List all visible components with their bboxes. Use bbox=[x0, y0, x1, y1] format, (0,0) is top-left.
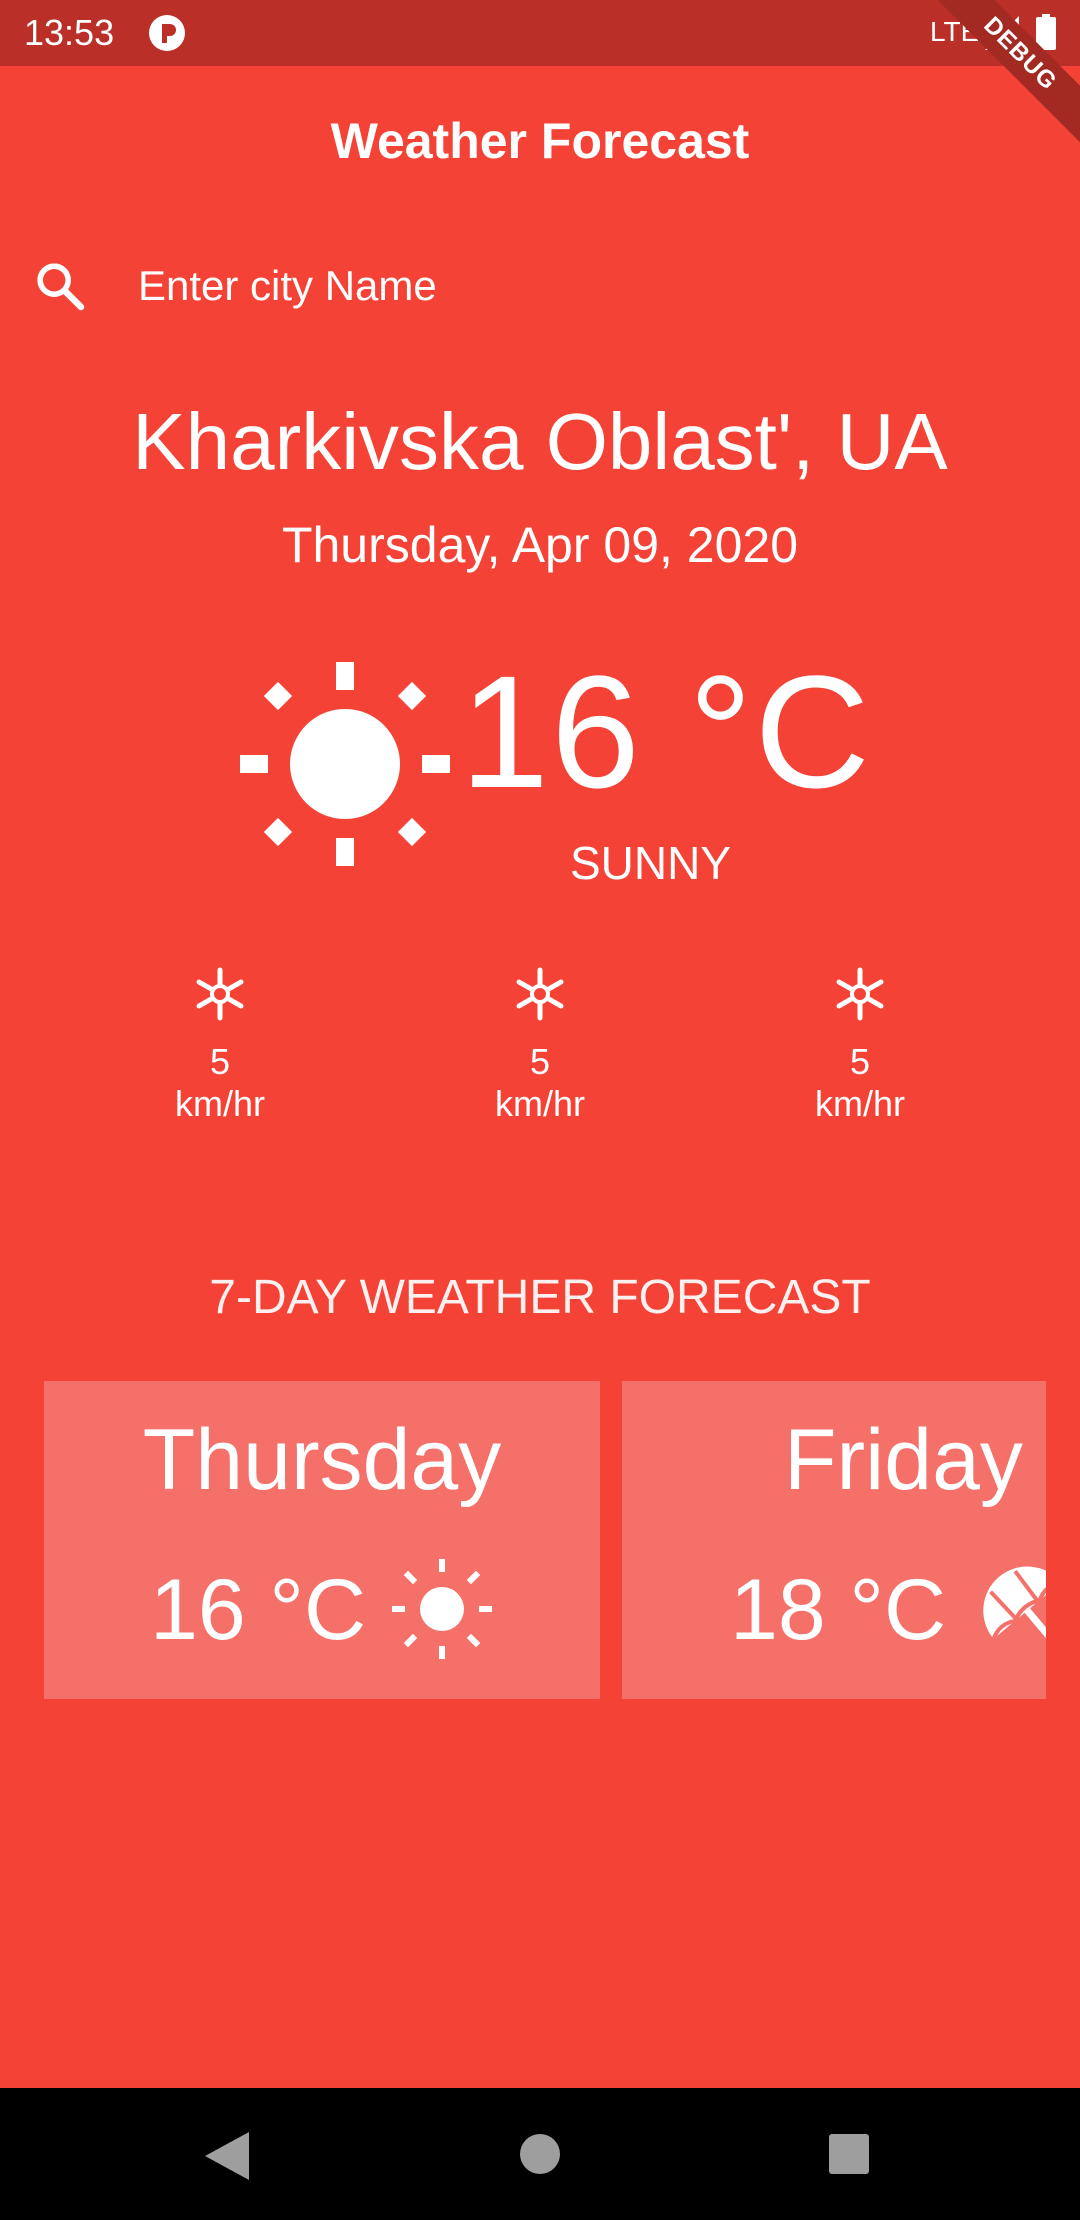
wind-stat: 5 km/hr bbox=[760, 966, 960, 1126]
app-notification-icon bbox=[149, 15, 185, 51]
wind-stat: 5 km/hr bbox=[440, 966, 640, 1126]
status-time: 13:53 bbox=[24, 12, 115, 53]
umbrella-icon bbox=[983, 1566, 1046, 1641]
home-icon[interactable] bbox=[520, 2134, 560, 2174]
system-nav-bar bbox=[0, 2088, 1080, 2220]
snowflake-icon bbox=[836, 967, 884, 1021]
page-title: Weather Forecast bbox=[330, 113, 750, 169]
current-temperature: 16 °C bbox=[460, 642, 872, 821]
wind-unit: km/hr bbox=[175, 1083, 265, 1124]
search-icon[interactable] bbox=[32, 258, 88, 314]
wind-unit: km/hr bbox=[815, 1083, 905, 1124]
wind-value: 5 bbox=[849, 1041, 871, 1082]
forecast-day: Thursday bbox=[142, 1412, 502, 1508]
wind-value: 5 bbox=[209, 1041, 231, 1082]
sun-icon bbox=[392, 1559, 492, 1659]
wind-value: 5 bbox=[529, 1041, 551, 1082]
forecast-day: Friday bbox=[784, 1412, 1023, 1508]
forecast-card-thursday[interactable]: Thursday 16 °C bbox=[44, 1381, 600, 1699]
current-date: Thursday, Apr 09, 2020 bbox=[281, 517, 799, 573]
city-name: Kharkivska Oblast', UA bbox=[132, 397, 948, 486]
wind-stat: 5 km/hr bbox=[120, 966, 320, 1126]
weather-condition: SUNNY bbox=[570, 837, 732, 889]
forecast-temp: 16 °C bbox=[150, 1562, 367, 1658]
forecast-temp: 18 °C bbox=[730, 1562, 947, 1658]
forecast-heading: 7-DAY WEATHER FORECAST bbox=[209, 1271, 871, 1324]
back-icon[interactable] bbox=[205, 2132, 249, 2180]
wind-unit: km/hr bbox=[495, 1083, 585, 1124]
sun-icon bbox=[240, 662, 450, 866]
forecast-card-friday[interactable]: Friday 18 °C bbox=[622, 1381, 1046, 1699]
status-bar: 13:53 LTE bbox=[0, 0, 1080, 66]
snowflake-icon bbox=[516, 967, 564, 1021]
snowflake-icon bbox=[196, 967, 244, 1021]
city-search-input[interactable] bbox=[136, 252, 1020, 320]
recent-apps-icon[interactable] bbox=[829, 2134, 869, 2174]
